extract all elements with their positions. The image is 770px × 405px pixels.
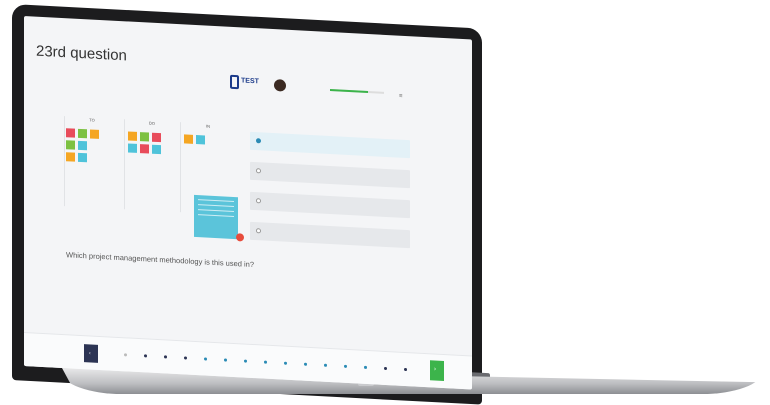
chevron-right-icon: › xyxy=(434,366,436,373)
sticky-note-popup xyxy=(194,194,238,240)
logo-text: TEST xyxy=(241,77,259,86)
sticky-note xyxy=(66,140,75,150)
answer-option[interactable] xyxy=(250,191,410,219)
sticky-note xyxy=(78,128,87,139)
hamburger-icon[interactable]: ≡ xyxy=(399,94,405,100)
sticky-note xyxy=(66,152,75,162)
answer-list xyxy=(250,131,410,260)
pager-dot[interactable] xyxy=(304,362,307,366)
logo-mark-icon xyxy=(230,74,239,90)
progress-bar xyxy=(330,89,384,94)
pager-dot[interactable] xyxy=(244,359,247,363)
radio-button[interactable] xyxy=(256,228,261,234)
laptop-screen: 23rd question TEST ≡ TO DO IN Which proj… xyxy=(24,16,472,390)
radio-button[interactable] xyxy=(256,138,261,144)
status-dot xyxy=(236,233,244,242)
answer-option[interactable] xyxy=(250,161,410,189)
radio-button[interactable] xyxy=(256,168,261,174)
question-text: Which project management methodology is … xyxy=(66,250,255,270)
progress-label xyxy=(330,86,384,89)
sticky-note xyxy=(184,134,193,144)
pager-dot[interactable] xyxy=(184,356,187,360)
board-column-header: IN xyxy=(206,123,210,129)
pager-dot[interactable] xyxy=(404,367,407,372)
radio-button[interactable] xyxy=(256,198,261,204)
pager-dot[interactable] xyxy=(164,355,167,359)
avatar[interactable] xyxy=(274,79,286,92)
sticky-note xyxy=(78,140,87,151)
pager-dot[interactable] xyxy=(204,357,207,361)
progress-block xyxy=(330,86,384,94)
sticky-note xyxy=(128,143,137,153)
answer-option[interactable] xyxy=(250,131,410,159)
sticky-note xyxy=(152,132,161,143)
chevron-left-icon: ‹ xyxy=(89,350,91,357)
pager-dot[interactable] xyxy=(124,353,127,357)
sticky-note xyxy=(78,152,87,163)
sticky-note xyxy=(128,131,137,141)
sticky-note xyxy=(196,135,205,145)
pager-dot[interactable] xyxy=(144,354,147,358)
pager-dot[interactable] xyxy=(224,358,227,362)
pager-dot[interactable] xyxy=(284,361,287,365)
sticky-note xyxy=(66,128,75,138)
board-column-header: TO xyxy=(89,117,95,123)
page-title: 23rd question xyxy=(36,42,127,65)
app-logo: TEST xyxy=(230,74,259,92)
next-button[interactable]: › xyxy=(430,360,444,382)
answer-option[interactable] xyxy=(250,221,410,249)
sticky-note xyxy=(90,129,99,139)
board-column-header: DO xyxy=(149,120,155,126)
pager-dot[interactable] xyxy=(264,360,267,364)
progress-bar-fill xyxy=(330,89,368,94)
sticky-note xyxy=(152,144,161,155)
sticky-note xyxy=(140,132,149,142)
pager-dot[interactable] xyxy=(324,363,327,367)
pager-dot[interactable] xyxy=(384,366,387,371)
pager-dot[interactable] xyxy=(364,365,367,369)
pager-dot[interactable] xyxy=(344,364,347,368)
previous-button[interactable]: ‹ xyxy=(84,344,98,363)
sticky-note xyxy=(140,144,149,154)
